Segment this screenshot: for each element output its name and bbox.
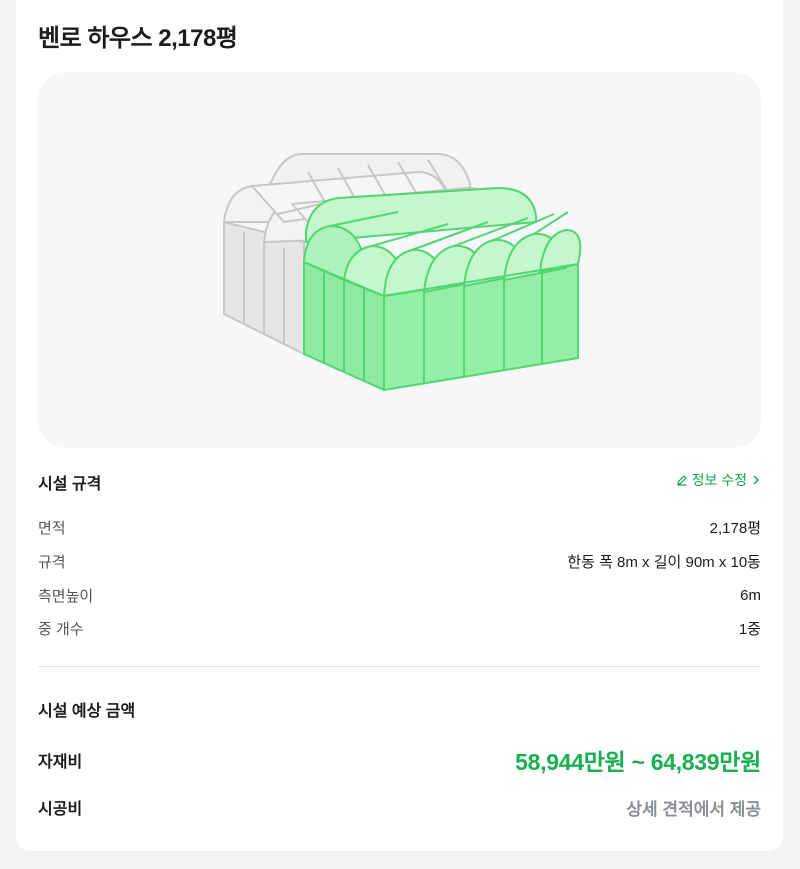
chevron-right-icon <box>753 475 760 485</box>
greenhouse-drawing <box>223 153 582 391</box>
spec-label: 면적 <box>38 519 66 537</box>
spec-label: 측면높이 <box>38 587 94 605</box>
spec-value: 한동 폭 8m x 길이 90m x 10동 <box>567 553 761 571</box>
section-divider <box>38 666 761 667</box>
spec-value: 6m <box>740 586 761 604</box>
spec-row-layers: 중 개수 1중 <box>38 617 761 639</box>
facility-card: 벤로 하우스 2,178평 시설 규격 정보 수정 면적 2,178평 규격 한… <box>16 0 783 851</box>
spec-value: 2,178평 <box>709 519 761 537</box>
material-cost-value: 58,944만원 ~ 64,839만원 <box>515 749 761 775</box>
price-heading: 시설 예상 금액 <box>38 703 136 720</box>
material-cost-label: 자재비 <box>38 754 83 771</box>
spec-value: 1중 <box>738 620 761 638</box>
spec-label: 중 개수 <box>38 620 84 638</box>
spec-row-size: 규격 한동 폭 8m x 길이 90m x 10동 <box>38 550 761 572</box>
greenhouse-illustration <box>38 72 761 448</box>
construction-cost-value: 상세 견적에서 제공 <box>626 799 761 819</box>
spec-heading: 시설 규격 <box>38 476 102 493</box>
edit-info-button[interactable]: 정보 수정 <box>676 470 761 490</box>
spec-row-side-height: 측면높이 6m <box>38 584 761 606</box>
construction-cost-row: 시공비 상세 견적에서 제공 <box>38 794 761 820</box>
material-cost-row: 자재비 58,944만원 ~ 64,839만원 <box>38 744 761 776</box>
green-building <box>303 187 582 391</box>
spec-row-area: 면적 2,178평 <box>38 516 761 538</box>
spec-label: 규격 <box>38 553 66 571</box>
page-title: 벤로 하우스 2,178평 <box>38 25 238 52</box>
construction-cost-label: 시공비 <box>38 801 83 818</box>
pencil-icon <box>676 475 687 486</box>
edit-info-label: 정보 수정 <box>691 472 747 488</box>
